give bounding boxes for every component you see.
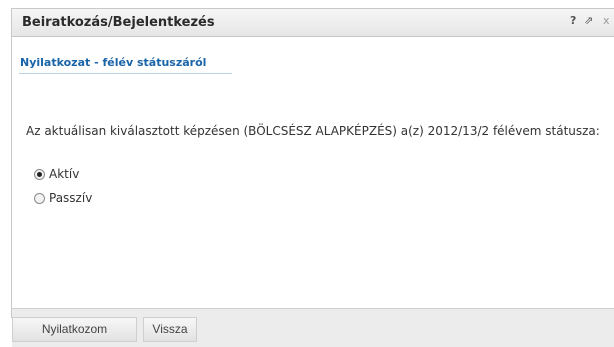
back-button[interactable]: Vissza: [143, 317, 197, 342]
radio-button-aktiv[interactable]: [34, 168, 45, 180]
close-icon[interactable]: x: [603, 14, 610, 27]
help-icon[interactable]: ?: [570, 14, 576, 27]
radio-button-passziv[interactable]: [34, 192, 45, 204]
popout-icon[interactable]: ⇗: [584, 14, 593, 27]
nyilatkozom-button[interactable]: Nyilatkozom: [12, 317, 137, 342]
statement-text: Az aktuálisan kiválasztott képzésen (BÖL…: [26, 124, 600, 138]
radio-label-passziv: Passzív: [49, 191, 93, 205]
radio-label-aktiv: Aktív: [49, 167, 80, 181]
dialog-content: Nyilatkozat - félév státuszáról Az aktuá…: [12, 37, 614, 347]
radio-option-aktiv[interactable]: Aktív: [34, 167, 79, 181]
tab-nyilatkozat[interactable]: Nyilatkozat - félév státuszáról: [20, 56, 206, 69]
dialog-footer: Nyilatkozom Vissza: [12, 308, 614, 347]
tab-underline: [19, 73, 232, 74]
dialog-window: Beiratkozás/Bejelentkezés ? ⇗ x Nyilatko…: [11, 8, 614, 347]
radio-option-passziv[interactable]: Passzív: [34, 191, 92, 205]
dialog-titlebar: Beiratkozás/Bejelentkezés ? ⇗ x: [12, 9, 614, 37]
dialog-title: Beiratkozás/Bejelentkezés: [22, 15, 215, 30]
